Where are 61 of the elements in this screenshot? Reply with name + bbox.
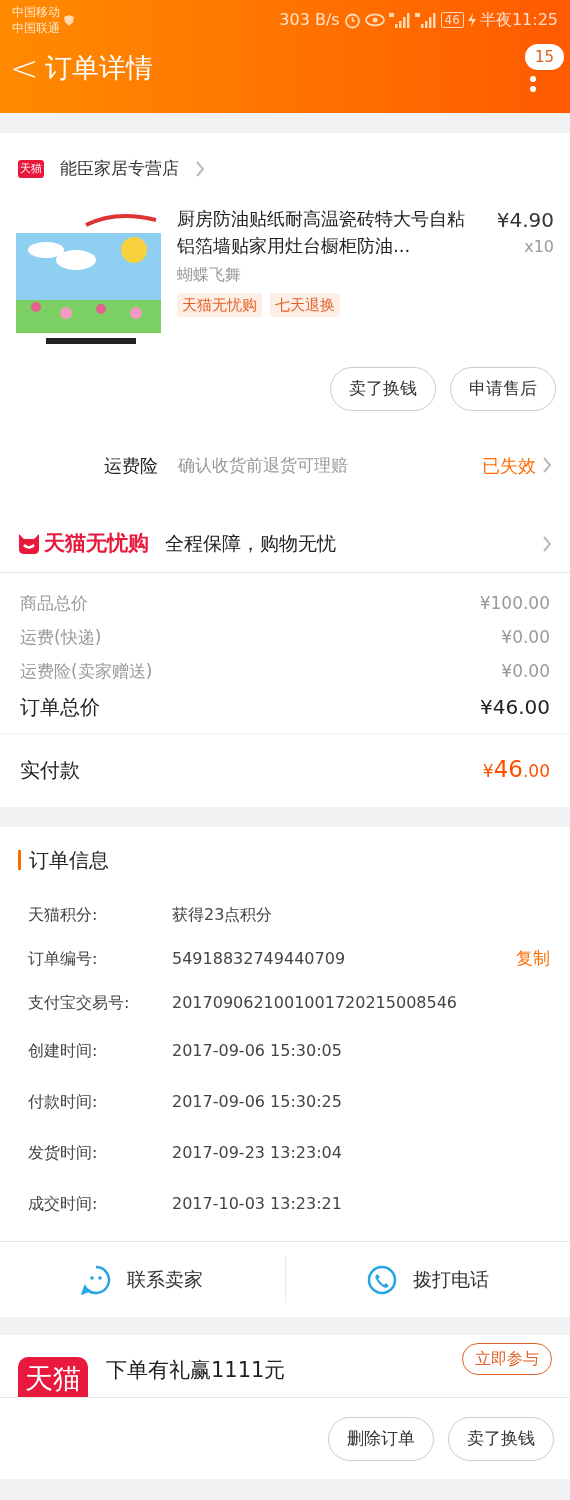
brand-name: 天猫无忧购 (44, 529, 149, 557)
battery-level: 46 (440, 12, 464, 28)
clock-time: 半夜11:25 (479, 9, 558, 31)
chat-icon (81, 1264, 112, 1295)
store-name[interactable]: 能臣家居专营店 (60, 156, 179, 182)
notification-badge: 15 (524, 44, 564, 70)
store-logo: 天猫 (18, 160, 44, 178)
contact-button[interactable]: 拨打电话 (284, 1256, 570, 1303)
quantity: x10 (524, 236, 554, 258)
alarm-icon (343, 11, 361, 29)
paid-amount: ¥46.00 (482, 755, 550, 785)
product-title[interactable]: 厨房防油贴纸耐高温瓷砖特大号自粘铝箔墙贴家用灶台橱柜防油... (177, 205, 468, 259)
price-label: 运费(快递) (20, 626, 102, 649)
info-label: 付款时间: (28, 1090, 99, 1113)
phone-icon (366, 1264, 397, 1295)
paid-label: 实付款 (20, 756, 80, 784)
info-label: 创建时间: (28, 1039, 99, 1062)
info-value: 2017-10-03 13:23:21 (172, 1192, 343, 1215)
price-value: ¥0.00 (501, 626, 550, 649)
chevron-right-icon (542, 456, 552, 474)
shield-icon (64, 14, 74, 26)
unit-price: ¥4.90 (496, 207, 554, 234)
info-label: 成交时间: (28, 1192, 99, 1215)
info-value: 2017-09-06 15:30:25 (172, 1090, 343, 1113)
more-icon[interactable] (530, 76, 536, 92)
product-variant: 蝴蝶飞舞 (177, 264, 242, 286)
signal-icon (414, 12, 437, 28)
chevron-right-icon (542, 534, 552, 553)
price-label: 商品总价 (20, 592, 88, 615)
network-speed: 303 B/s (279, 9, 340, 31)
price-value: ¥100.00 (479, 592, 550, 615)
info-label: 订单编号: (28, 948, 99, 970)
charging-icon (467, 13, 476, 27)
info-label: 天猫积分: (28, 904, 99, 926)
carrier-name: 中国联通 (12, 20, 60, 36)
guarantee-text: 全程保障，购物无忧 (165, 531, 337, 557)
tmall-logo: 天猫 (18, 1357, 88, 1397)
info-value: 2017-09-23 13:23:04 (172, 1141, 343, 1164)
contact-button[interactable]: 联系卖家 (0, 1256, 285, 1303)
info-value: 获得23点积分 (172, 904, 274, 926)
carrier-name: 中国移动 (12, 4, 60, 20)
insurance-description: 确认收货前退货可理赔 (178, 454, 349, 477)
signal-icon (388, 12, 411, 28)
promo-text: 下单有礼赢1111元 (106, 1357, 287, 1384)
price-value: ¥0.00 (501, 660, 550, 683)
order-total-label: 订单总价 (20, 694, 100, 721)
service-tag: 天猫无忧购 (177, 293, 262, 317)
service-tag: 七天退换 (270, 293, 340, 317)
insurance-label: 运费险 (103, 453, 159, 478)
cat-icon (18, 533, 40, 554)
chevron-right-icon (195, 160, 205, 178)
info-value: 2017-09-06 15:30:05 (172, 1039, 343, 1062)
price-label: 运费险(卖家赠送) (20, 660, 153, 683)
info-label: 发货时间: (28, 1141, 99, 1164)
eye-icon (364, 13, 385, 27)
order-total-value: ¥46.00 (480, 694, 550, 721)
page-title: 订单详情 (44, 51, 153, 85)
info-label: 支付宝交易号: (28, 992, 131, 1014)
info-value: 2017090621001001720215008546 (172, 992, 459, 1014)
info-value: 54918832749440709 (172, 948, 347, 970)
section-title: 订单信息 (29, 847, 109, 874)
